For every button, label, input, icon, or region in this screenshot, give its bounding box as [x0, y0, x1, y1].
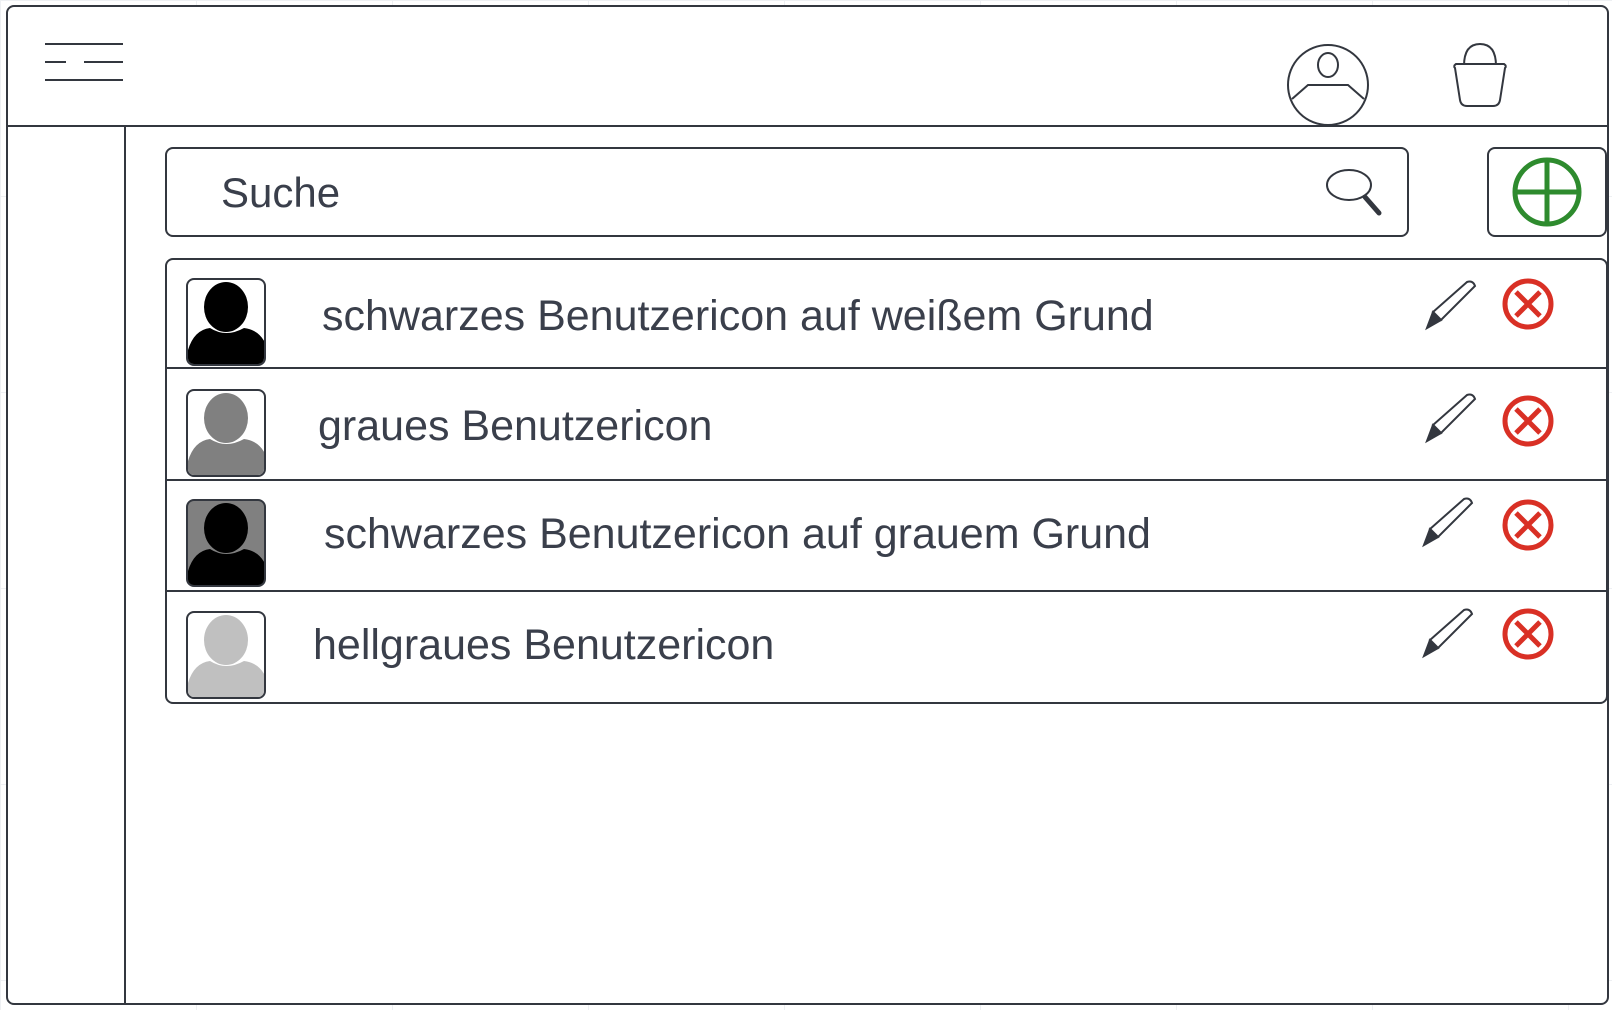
- pencil-icon: [1425, 280, 1477, 331]
- avatar: [186, 499, 266, 587]
- hamburger-menu-icon: [45, 43, 123, 81]
- delete-button[interactable]: [1500, 606, 1556, 662]
- user-label: hellgraues Benutzericon: [313, 621, 775, 669]
- user-silhouette-icon: [188, 393, 264, 475]
- list-item[interactable]: schwarzes Benutzericon auf weißem Grund: [167, 260, 1606, 368]
- delete-button[interactable]: [1500, 497, 1556, 553]
- delete-button[interactable]: [1500, 276, 1556, 332]
- delete-button[interactable]: [1500, 393, 1556, 449]
- avatar: [186, 611, 266, 699]
- delete-circle-x-icon: [1502, 395, 1554, 447]
- pencil-icon: [1422, 608, 1474, 659]
- edit-button[interactable]: [1422, 495, 1478, 551]
- user-label: schwarzes Benutzericon auf weißem Grund: [322, 292, 1154, 340]
- user-list: schwarzes Benutzericon auf weißem Grund …: [165, 258, 1608, 704]
- user-label: graues Benutzericon: [318, 402, 713, 450]
- user-silhouette-icon: [188, 503, 264, 585]
- pencil-icon: [1425, 393, 1477, 444]
- edit-button[interactable]: [1425, 391, 1481, 447]
- sidebar-divider: [124, 126, 126, 1004]
- user-silhouette-icon: [188, 282, 264, 364]
- edit-button[interactable]: [1422, 606, 1478, 662]
- shopping-bag-icon: [1453, 42, 1507, 107]
- list-item[interactable]: hellgraues Benutzericon: [167, 592, 1606, 702]
- delete-circle-x-icon: [1502, 278, 1554, 330]
- list-item[interactable]: graues Benutzericon: [167, 369, 1606, 479]
- user-circle-icon: [1287, 44, 1369, 126]
- menu-button[interactable]: [44, 42, 124, 82]
- search-box: [165, 147, 1409, 237]
- list-item[interactable]: schwarzes Benutzericon auf grauem Grund: [167, 481, 1606, 591]
- magnifier-icon: [1326, 169, 1382, 216]
- avatar: [186, 278, 266, 366]
- bag-button[interactable]: [1450, 42, 1510, 108]
- add-user-button[interactable]: [1487, 147, 1607, 237]
- pencil-icon: [1422, 497, 1474, 548]
- search-input[interactable]: [221, 163, 1271, 223]
- plus-circle-icon: [1512, 157, 1582, 227]
- avatar: [186, 389, 266, 477]
- edit-button[interactable]: [1425, 278, 1481, 334]
- user-label: schwarzes Benutzericon auf grauem Grund: [324, 510, 1151, 558]
- delete-circle-x-icon: [1502, 608, 1554, 660]
- account-button[interactable]: [1286, 43, 1370, 127]
- user-silhouette-icon: [188, 615, 264, 697]
- search-button[interactable]: [1325, 167, 1383, 219]
- delete-circle-x-icon: [1502, 499, 1554, 551]
